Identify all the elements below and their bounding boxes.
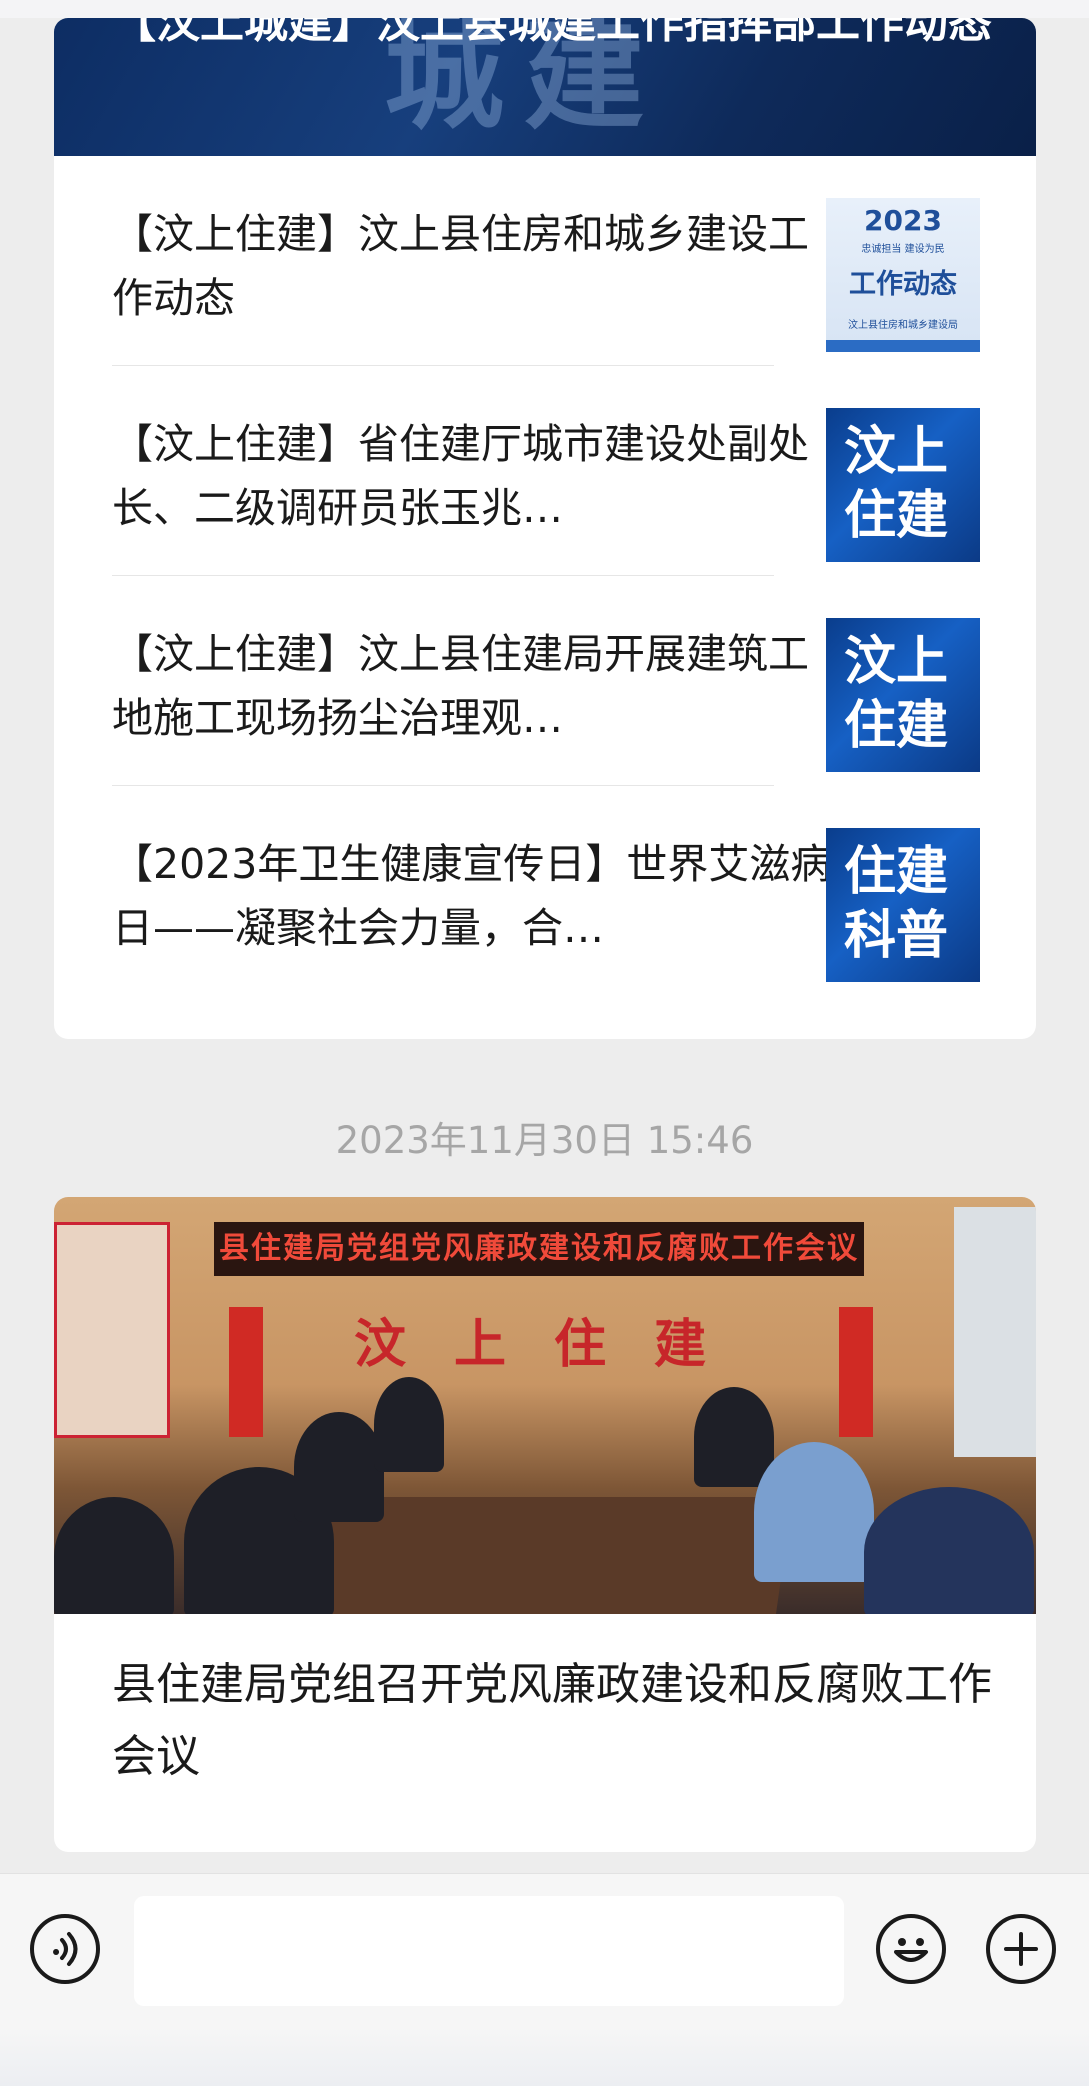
article-list: 【汶上住建】汶上县住房和城乡建设工作动态 2023 忠诚担当 建设为民 工作动态… (54, 156, 1036, 996)
emoji-icon (894, 1938, 928, 1962)
article-thumbnail: 汶上 住建 (826, 408, 980, 562)
status-strip (0, 0, 1089, 18)
flag-right (839, 1307, 873, 1437)
thumb-slogan: 忠诚担当 建设为民 (861, 244, 945, 255)
article-title: 【汶上住建】省住建厅城市建设处副处长、二级调研员张玉兆… (112, 420, 809, 532)
thumb-line1: 住建 (844, 842, 949, 902)
thumb-line2: 住建 (844, 696, 949, 756)
list-item[interactable]: 【2023年卫生健康宣传日】世界艾滋病日——凝聚社会力量，合… 住建 科普 (54, 786, 1036, 996)
article-thumbnail: 2023 忠诚担当 建设为民 工作动态 汶上县住房和城乡建设局 (826, 198, 980, 352)
thumb-heading: 工作动态 (849, 269, 957, 300)
thumb-org: 汶上县住房和城乡建设局 (848, 320, 958, 331)
window (954, 1207, 1036, 1457)
meeting-banner: 县住建局党组党风廉政建设和反腐败工作会议 (214, 1222, 864, 1276)
flag-left (229, 1307, 263, 1437)
thumb-line2: 住建 (844, 486, 949, 546)
article-title: 【汶上住建】汶上县住建局开展建筑工地施工现场扬尘治理观… (112, 630, 809, 742)
hero-article[interactable]: 城建 【汶上城建】汶上县城建工作指挥部工作动态 (54, 18, 1036, 156)
thumb-year: 2023 (864, 204, 942, 237)
plus-button[interactable] (986, 1914, 1056, 1984)
wall-poster (54, 1222, 170, 1438)
thumb-line2: 科普 (844, 906, 949, 966)
attendee (54, 1497, 174, 1614)
chat-input-bar (0, 1873, 1089, 2086)
list-item[interactable]: 【汶上住建】省住建厅城市建设处副处长、二级调研员张玉兆… 汶上 住建 (54, 366, 1036, 576)
thumb-line1: 汶上 (844, 422, 949, 482)
voice-icon (53, 1932, 78, 1966)
list-item[interactable]: 【汶上住建】汶上县住建局开展建筑工地施工现场扬尘治理观… 汶上 住建 (54, 576, 1036, 786)
article-title: 县住建局党组召开党风廉政建设和反腐败工作会议 (112, 1659, 992, 1782)
emoji-button[interactable] (876, 1914, 946, 1984)
voice-button[interactable] (30, 1914, 100, 1984)
thumb-line1: 汶上 (844, 632, 949, 692)
list-item[interactable]: 【汶上住建】汶上县住房和城乡建设工作动态 2023 忠诚担当 建设为民 工作动态… (54, 156, 1036, 366)
attendee (864, 1487, 1034, 1614)
plus-icon (1004, 1932, 1038, 1966)
attendee (694, 1387, 774, 1487)
home-indicator (0, 2026, 1089, 2086)
article-thumbnail: 住建 科普 (826, 828, 980, 982)
article-card-single[interactable]: 县住建局党组党风廉政建设和反腐败工作会议 汶上住建 县住建局党组召开党风廉政建设… (54, 1197, 1036, 1852)
article-title: 【汶上住建】汶上县住房和城乡建设工作动态 (112, 210, 809, 322)
article-card-multi: 城建 【汶上城建】汶上县城建工作指挥部工作动态 【汶上住建】汶上县住房和城乡建设… (54, 18, 1036, 1039)
message-timestamp: 2023年11月30日 15:46 (335, 1119, 754, 1162)
message-input[interactable] (134, 1896, 844, 2006)
article-cover-photo: 县住建局党组党风廉政建设和反腐败工作会议 汶上住建 (54, 1197, 1036, 1614)
attendee (754, 1442, 874, 1582)
hero-title: 【汶上城建】汶上县城建工作指挥部工作动态 (112, 18, 992, 48)
article-thumbnail: 汶上 住建 (826, 618, 980, 772)
wall-sign: 汶上住建 (354, 1315, 755, 1375)
attendee (374, 1377, 444, 1472)
attendee (294, 1412, 384, 1522)
article-title: 【2023年卫生健康宣传日】世界艾滋病日——凝聚社会力量，合… (112, 840, 832, 952)
